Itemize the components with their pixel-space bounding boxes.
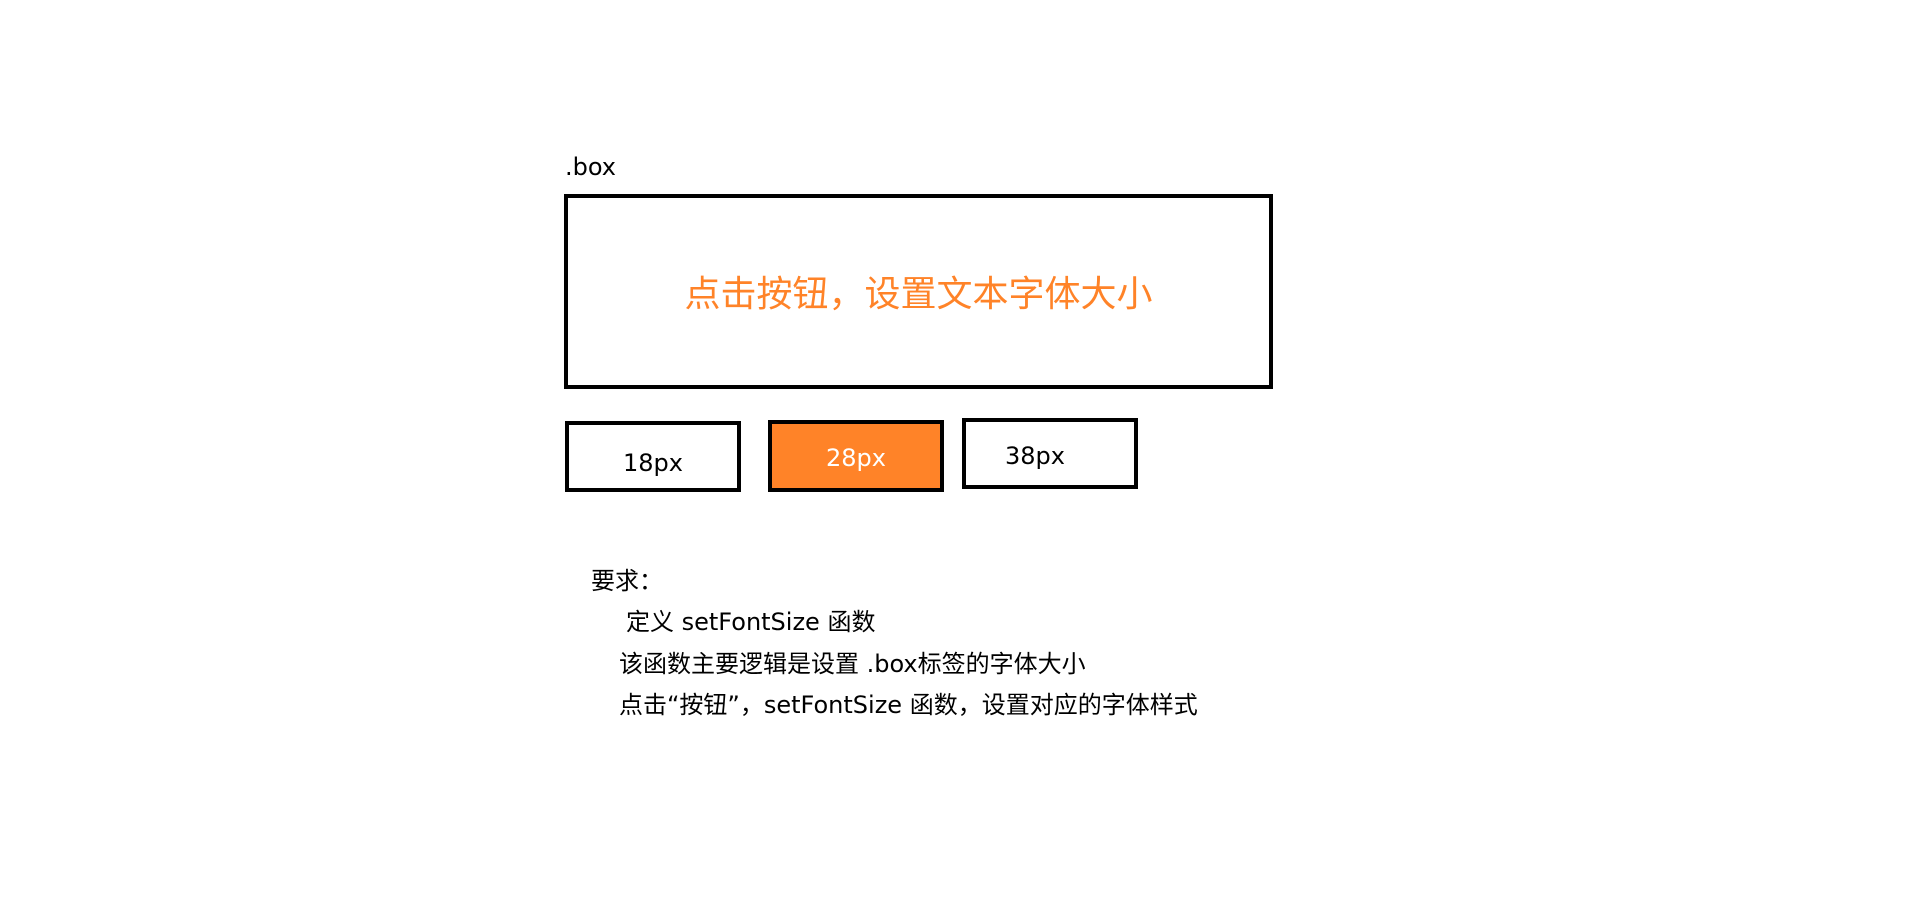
requirement-line: 定义 setFontSize 函数 bbox=[626, 608, 876, 636]
box-label: .box bbox=[565, 153, 617, 181]
requirement-line: 点击“按钮”，setFontSize 函数，设置对应的字体样式 bbox=[619, 691, 1198, 719]
font-size-38-button[interactable]: 38px bbox=[962, 418, 1138, 489]
font-size-28-button[interactable]: 28px bbox=[768, 420, 944, 492]
text-box: 点击按钮，设置文本字体大小 bbox=[564, 194, 1273, 389]
main-text: 点击按钮，设置文本字体大小 bbox=[684, 273, 1153, 315]
requirement-line: 该函数主要逻辑是设置 .box标签的字体大小 bbox=[619, 650, 1086, 678]
requirements-title: 要求： bbox=[591, 567, 663, 595]
font-size-18-button[interactable]: 18px bbox=[565, 421, 741, 492]
